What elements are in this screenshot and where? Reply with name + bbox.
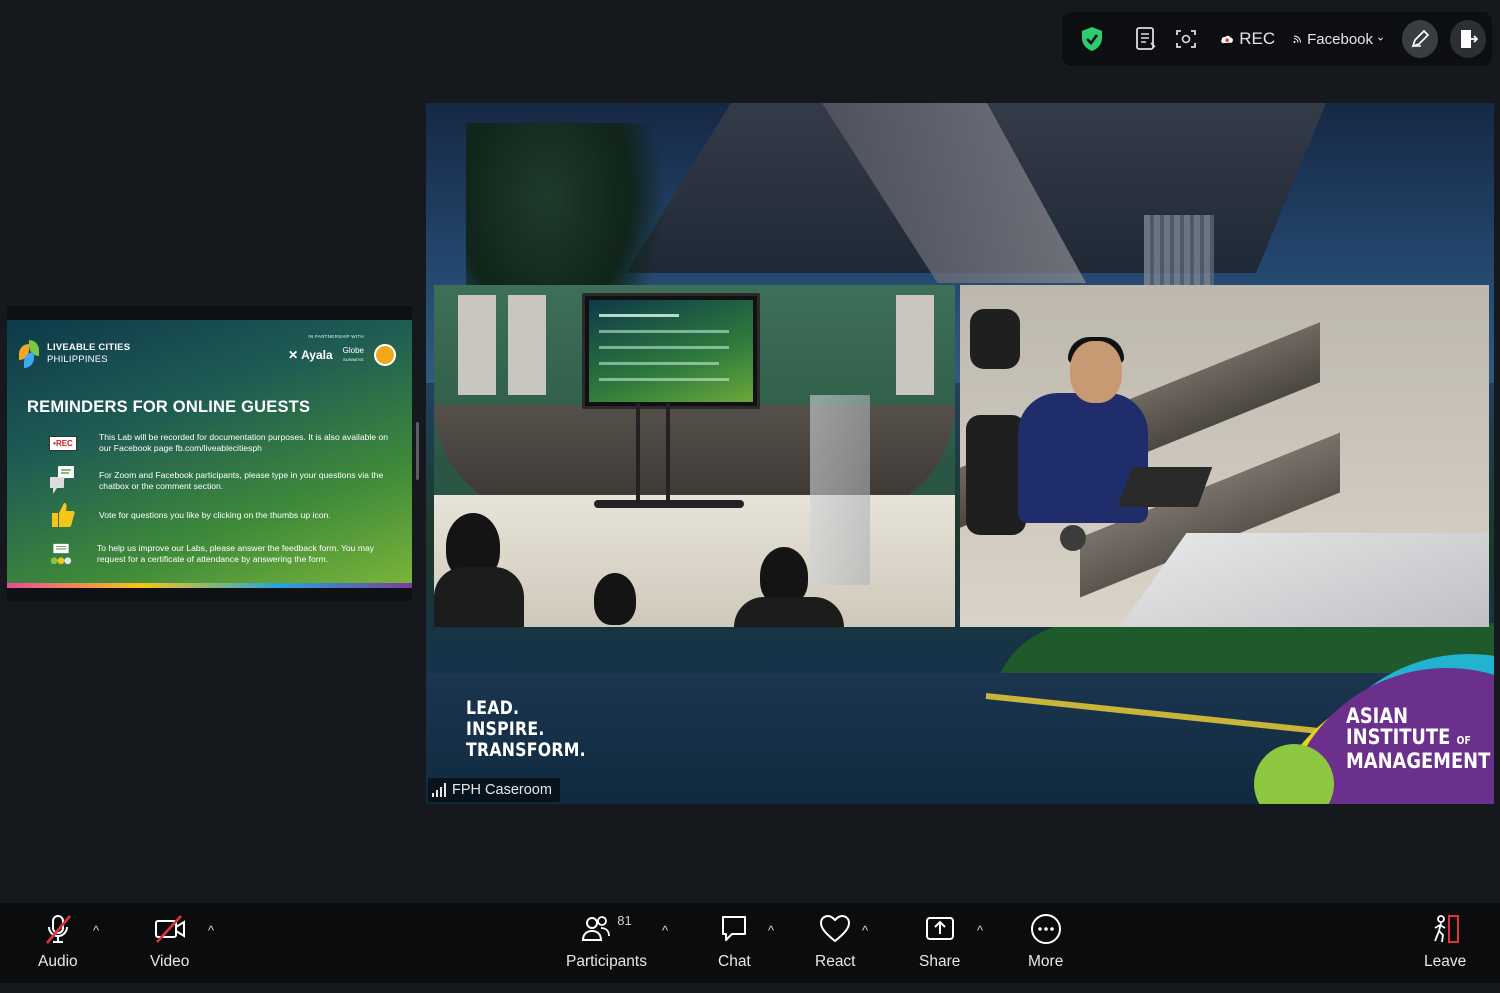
reminders-slide: LIVEABLE CITIES PHILIPPINES IN PARTNERSH…	[7, 320, 412, 588]
panel-resize-handle[interactable]	[416, 422, 419, 480]
aim-logo-line1: ASIAN	[1346, 704, 1409, 728]
audio-label: Audio	[38, 953, 78, 970]
exit-person-icon	[1434, 915, 1460, 943]
more-button[interactable]: More	[1028, 913, 1063, 971]
focus-scan-icon[interactable]	[1168, 19, 1204, 59]
reminder-item: Vote for questions you like by clicking …	[47, 503, 399, 527]
aim-logo: ASIAN INSTITUTE OF MANAGEMENT	[1254, 654, 1494, 804]
people-icon	[582, 916, 611, 941]
participants-button[interactable]: 81 Participants	[566, 913, 647, 971]
cloud-record-icon	[1221, 35, 1233, 44]
room-tv-screen	[582, 293, 760, 409]
rec-label: REC	[1239, 29, 1276, 48]
liveable-cities-logo: LIVEABLE CITIES PHILIPPINES	[19, 340, 130, 368]
chat-bubble-icon	[722, 916, 747, 941]
partner-seal-icon	[374, 344, 396, 366]
chevron-down-icon	[1378, 37, 1383, 41]
reminder-item: •REC This Lab will be recorded for docum…	[47, 432, 399, 454]
meeting-bottom-toolbar: Audio ^ Video ^ 81 Participants ^ Chat ^	[0, 903, 1500, 983]
meeting-top-toolbar: REC Facebook	[1062, 12, 1492, 66]
share-label: Share	[919, 953, 961, 970]
background-building	[1144, 215, 1214, 295]
heart-icon	[820, 914, 851, 943]
react-label: React	[815, 953, 856, 970]
chat-button[interactable]: Chat	[718, 913, 751, 971]
video-button[interactable]: Video	[150, 913, 189, 971]
brand-country: PHILIPPINES	[47, 354, 108, 365]
live-stream-dropdown[interactable]: Facebook	[1293, 19, 1384, 59]
main-video-feed[interactable]: LEAD. INSPIRE. TRANSFORM. ASIAN INSTITUT…	[426, 103, 1494, 804]
broadcast-icon	[1293, 35, 1302, 43]
annotate-button[interactable]	[1402, 20, 1438, 58]
aim-logo-line3: MANAGEMENT	[1346, 749, 1491, 773]
participant-name: FPH Caseroom	[452, 782, 552, 798]
pencil-icon	[1411, 29, 1430, 48]
door-icon	[1461, 30, 1478, 48]
transcript-icon[interactable]	[1128, 19, 1164, 59]
feedback-form-icon	[45, 543, 77, 565]
thumbs-up-icon	[47, 503, 79, 527]
ellipsis-icon	[1030, 914, 1061, 944]
caseroom-camera-right	[960, 285, 1489, 627]
cloud-recording-indicator[interactable]: REC	[1220, 19, 1275, 59]
participants-label: Participants	[566, 953, 647, 970]
aim-logo-line2: INSTITUTE	[1346, 725, 1451, 749]
slide-title: REMINDERS FOR ONLINE GUESTS	[27, 398, 311, 416]
react-button[interactable]: React	[815, 913, 856, 971]
share-options-caret[interactable]: ^	[977, 923, 983, 938]
signal-strength-icon	[432, 783, 446, 797]
partner-note: IN PARTNERSHIP WITH	[308, 334, 364, 339]
ayala-logo: ✕ Ayala	[288, 348, 333, 362]
react-options-caret[interactable]: ^	[862, 923, 868, 938]
camera-off-icon	[154, 915, 185, 943]
reminder-text: To help us improve our Labs, please answ…	[97, 543, 375, 564]
leaf-logo-icon	[19, 340, 41, 368]
aim-logo-of: OF	[1456, 734, 1471, 747]
share-button[interactable]: Share	[919, 913, 960, 971]
rec-badge-icon: •REC	[49, 435, 77, 451]
participants-options-caret[interactable]: ^	[662, 923, 668, 938]
caseroom-camera-left	[434, 285, 955, 627]
room-podium	[810, 395, 870, 585]
video-options-caret[interactable]: ^	[208, 923, 214, 938]
participant-count: 81	[617, 913, 632, 928]
exit-share-button[interactable]	[1450, 20, 1486, 58]
chat-bubbles-icon	[47, 466, 79, 494]
reminder-text: For Zoom and Facebook participants, plea…	[99, 470, 384, 491]
shared-slide-panel[interactable]: LIVEABLE CITIES PHILIPPINES IN PARTNERSH…	[7, 306, 412, 601]
globe-logo: Globe BUSINESS	[342, 345, 364, 362]
slide-color-strip	[7, 583, 412, 588]
reminder-text: Vote for questions you like by clicking …	[99, 509, 331, 520]
chat-label: Chat	[718, 953, 751, 970]
leave-button[interactable]: Leave	[1424, 913, 1466, 971]
share-up-icon	[925, 917, 954, 940]
brand-name: LIVEABLE CITIES	[47, 342, 131, 353]
mic-muted-icon	[45, 915, 71, 944]
chat-options-caret[interactable]: ^	[768, 923, 774, 938]
leave-label: Leave	[1424, 953, 1467, 970]
live-destination-label: Facebook	[1307, 30, 1374, 48]
aim-tagline: LEAD. INSPIRE. TRANSFORM.	[466, 698, 586, 761]
video-label: Video	[150, 953, 190, 970]
audio-button[interactable]: Audio	[38, 913, 78, 971]
reminder-item: To help us improve our Labs, please answ…	[45, 543, 397, 565]
audio-options-caret[interactable]: ^	[93, 923, 99, 938]
security-shield-icon[interactable]	[1074, 19, 1110, 59]
participant-name-tag: FPH Caseroom	[428, 778, 560, 802]
reminder-item: For Zoom and Facebook participants, plea…	[47, 466, 399, 494]
reminder-text: This Lab will be recorded for documentat…	[99, 432, 389, 453]
partner-logos: ✕ Ayala Globe BUSINESS	[288, 344, 396, 366]
more-label: More	[1028, 953, 1064, 970]
